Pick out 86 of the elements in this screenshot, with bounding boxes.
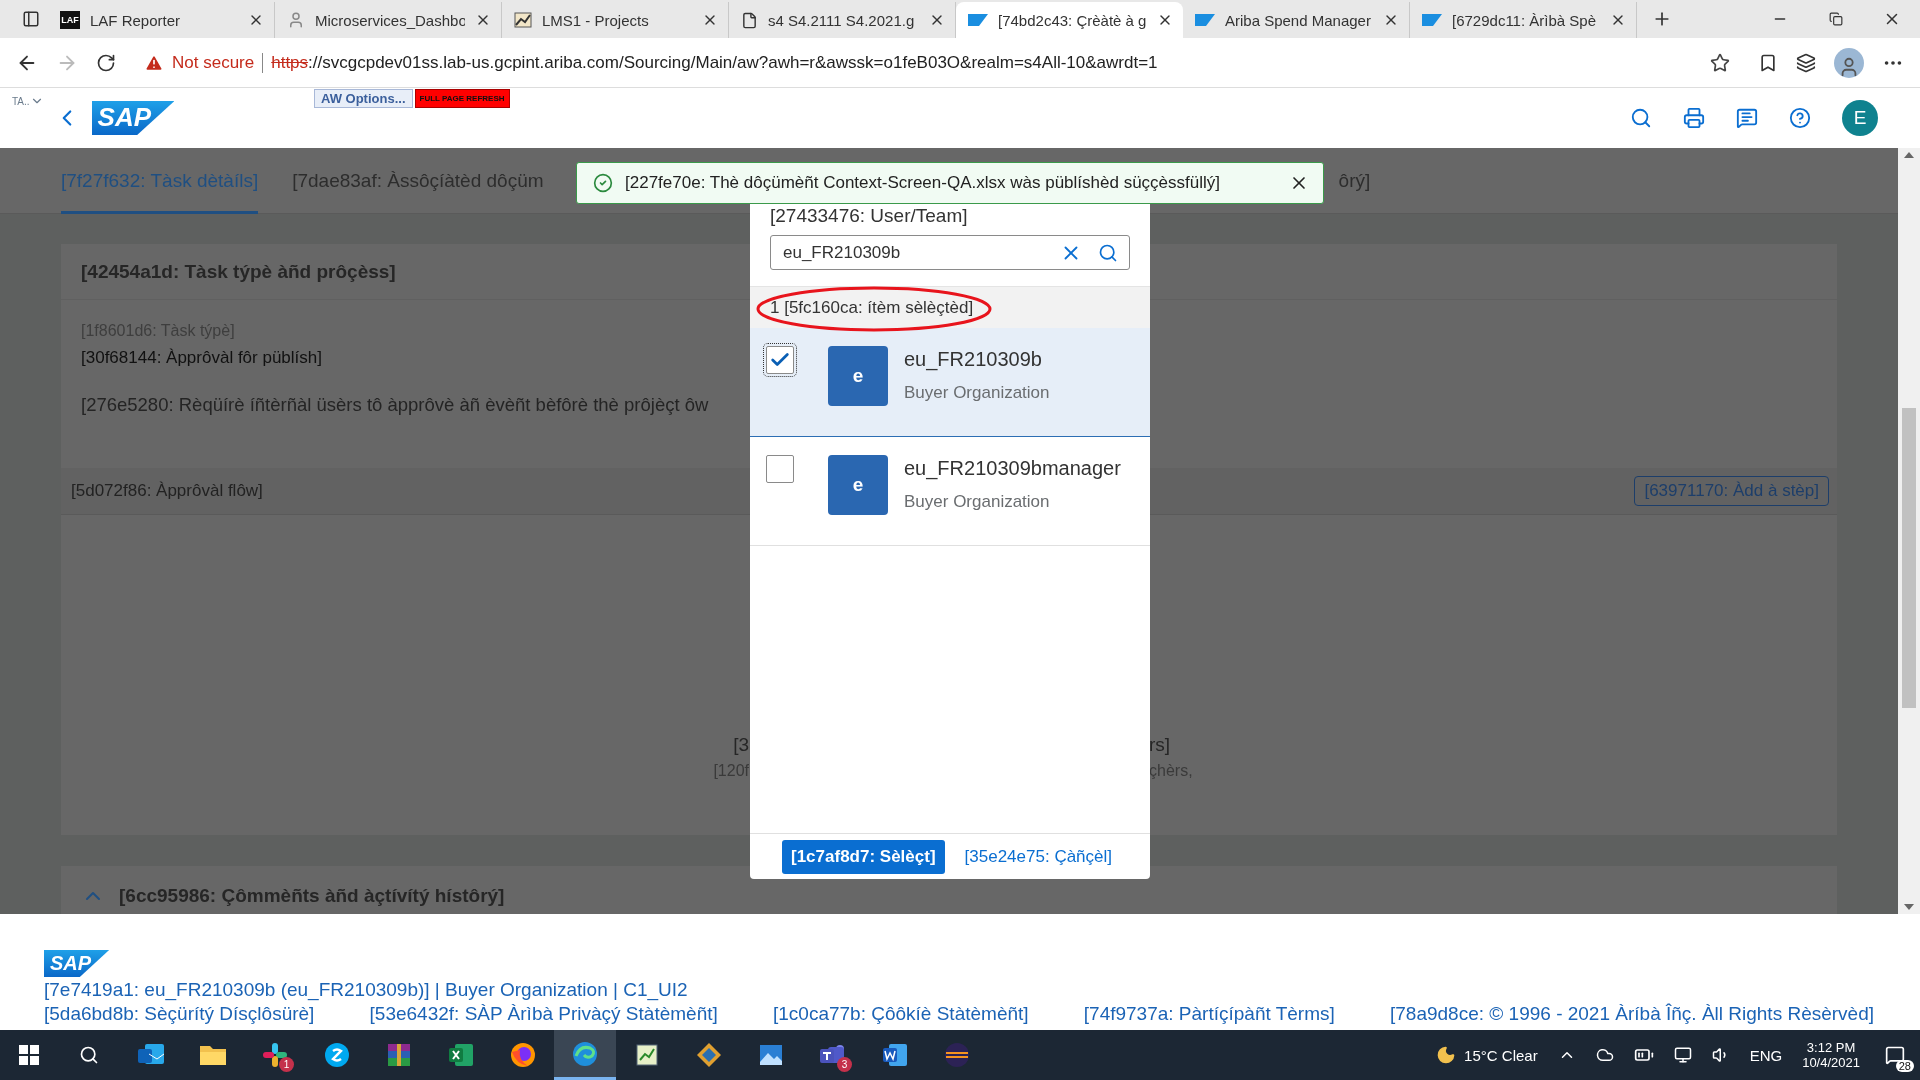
full-refresh-button[interactable]: FULL PAGE REFRESH [414, 89, 510, 108]
section-title: [6cc95986: Çômmèñts àñd àçtívítý hístôrý] [119, 885, 505, 907]
footer-link[interactable]: [5da6bd8b: Sèçürítý Dísçlôsürè] [44, 1003, 315, 1025]
person-icon [287, 11, 305, 29]
notification-badge: 3 [837, 1057, 852, 1072]
empty-message-text: [3 [733, 734, 749, 756]
reload-icon[interactable] [96, 52, 116, 73]
scroll-down-icon[interactable] [1904, 904, 1914, 910]
logo: SAP [44, 950, 110, 977]
restore-icon[interactable] [1829, 12, 1843, 26]
add-favorite-icon[interactable] [1710, 52, 1730, 73]
check-circle-icon [593, 173, 613, 193]
search-icon[interactable] [79, 1045, 99, 1065]
printer-icon[interactable] [1683, 107, 1705, 129]
cancel-button[interactable]: [35e24e75: Çàñçèl] [964, 846, 1113, 867]
document-icon [741, 11, 758, 29]
security-label: Not secure [172, 52, 255, 73]
user-avatar: e [828, 455, 888, 515]
taskbar-app[interactable]: 3 [802, 1030, 864, 1080]
tag-icon [968, 14, 988, 26]
notepad-icon [634, 1042, 660, 1068]
footer-link[interactable]: [78a9d8ce: © 1996 - 2021 Àríbà Îñç. Àll Rights Rèsèrvèd] [1390, 1003, 1874, 1025]
flame-globe-icon [510, 1042, 536, 1068]
user-list-item[interactable]: e eu_FR210309b Buyer Organization [750, 328, 1150, 437]
browser-tab[interactable]: [74bd2c43: Çrèàtè à g [956, 2, 1183, 38]
dialog-title: [27433476: User/Team] [769, 204, 969, 227]
user-name: eu_FR210309bmanager [904, 457, 1121, 480]
taskbar-app[interactable] [554, 1030, 616, 1080]
chat-icon[interactable] [1736, 107, 1758, 129]
footer-link[interactable]: [74f9737a: Pàrtíçípàñt Tèrms] [1083, 1003, 1335, 1025]
footer-link[interactable]: [53e6432f: SÀP Àrìbà Privàçý Stàtèmèñt] [369, 1003, 718, 1025]
folder-icon [199, 1043, 227, 1067]
organization-text: Buyer Organization [904, 492, 1051, 512]
description-text: [276e5280: Rèqüírè íñtèrñàl üsèrs tô àpprôvè àñ èvèñt bèfôrè thè prôjèçt ôw [81, 394, 709, 416]
field-value: [30f68144: Àpprôvàl fôr püblísh] [81, 348, 322, 368]
section-title: [5d072f86: Àpprôvàl flôw] [71, 481, 263, 501]
photo-icon [758, 1042, 784, 1068]
organization-text: Buyer Organization [904, 383, 1050, 403]
striped-circle-icon [944, 1042, 970, 1068]
help-icon[interactable] [1789, 107, 1811, 129]
bookmark-icon[interactable] [1758, 52, 1778, 73]
search-field[interactable]: eu_FR210309b [770, 235, 1130, 270]
clock-date[interactable]: 10/4/2021 [1802, 1055, 1860, 1070]
scroll-thumb[interactable] [1902, 408, 1916, 708]
diamond-icon [696, 1042, 722, 1068]
tag-icon [1422, 14, 1442, 26]
section-title: [42454a1d: Tàsk týpè àñd prôçèss] [81, 260, 396, 283]
spreadsheet-icon [448, 1042, 474, 1068]
selection-count: 1 [5fc160ca: ítèm sèlèçtèd] [770, 297, 974, 318]
empty-message-text: rs] [1149, 734, 1171, 756]
toast-message: [227fe70e: Thè dôçümèñt Context-Screen-QA.xlsx wàs püblíshèd süççèssfüllý] [625, 173, 1221, 193]
tag-icon [1195, 14, 1215, 26]
checkbox[interactable] [766, 455, 794, 483]
tenant-label[interactable]: TA.. [12, 96, 30, 107]
aw-options-button[interactable]: AW Options... [314, 89, 413, 108]
footer-link[interactable]: [1c0ca77b: Çôôkíè Stàtèmèñt] [772, 1003, 1029, 1025]
select-button[interactable]: [1c7af8d7: Sèlèçt] [782, 839, 945, 874]
scroll-up-icon[interactable] [1904, 152, 1914, 158]
network-icon[interactable] [1673, 1046, 1692, 1064]
address-field[interactable]: Not secure https://svcgcpdev01ss.lab-us.gcpint.ariba.com/Sourcing/Main/aw?awh=r&awssk=o1feB03O&realm=s4All-10&awrdt=1 [134, 44, 1740, 81]
chart-icon [514, 11, 532, 29]
pinwheel-icon [262, 1042, 288, 1068]
url-text: https://svcgcpdev01ss.lab-us.gcpint.ariba.com/Sourcing/Main/aw?awh=r&awssk=o1feB03O&realm=s4All-10&awrdt=1 [271, 52, 1158, 73]
scrollbar[interactable] [1898, 148, 1920, 914]
notification-badge: 1 [279, 1057, 294, 1072]
user-info-text: [7e7419a1: eu_FR210309b (eu_FR210309b)] | Buyer Organization | C1_UI2 [44, 979, 688, 1001]
profile-avatar[interactable] [1834, 47, 1864, 78]
user-avatar[interactable]: E [1842, 100, 1878, 136]
round-chat-icon [324, 1042, 350, 1068]
tab-logo: LAF [60, 11, 80, 29]
swirl-icon [572, 1040, 598, 1067]
checkbox[interactable] [766, 346, 794, 374]
clock-time[interactable]: 3:12 PM [1806, 1040, 1856, 1055]
weather-text[interactable]: 15°C Clear [1464, 1046, 1538, 1064]
user-avatar: e [828, 346, 888, 406]
logo: SAP [91, 101, 175, 135]
language-indicator[interactable]: ENG [1749, 1046, 1783, 1064]
user-name: eu_FR210309b [904, 348, 1043, 371]
tab-actions-icon[interactable] [22, 10, 40, 28]
document-icon [882, 1042, 908, 1068]
taskbar-app[interactable]: 1 [244, 1030, 306, 1080]
start-icon[interactable] [19, 1045, 39, 1065]
layers-icon[interactable] [1796, 52, 1816, 73]
cloud-icon[interactable] [1595, 1046, 1614, 1064]
moon-icon [1436, 1045, 1457, 1065]
stacked-books-icon [386, 1042, 412, 1068]
